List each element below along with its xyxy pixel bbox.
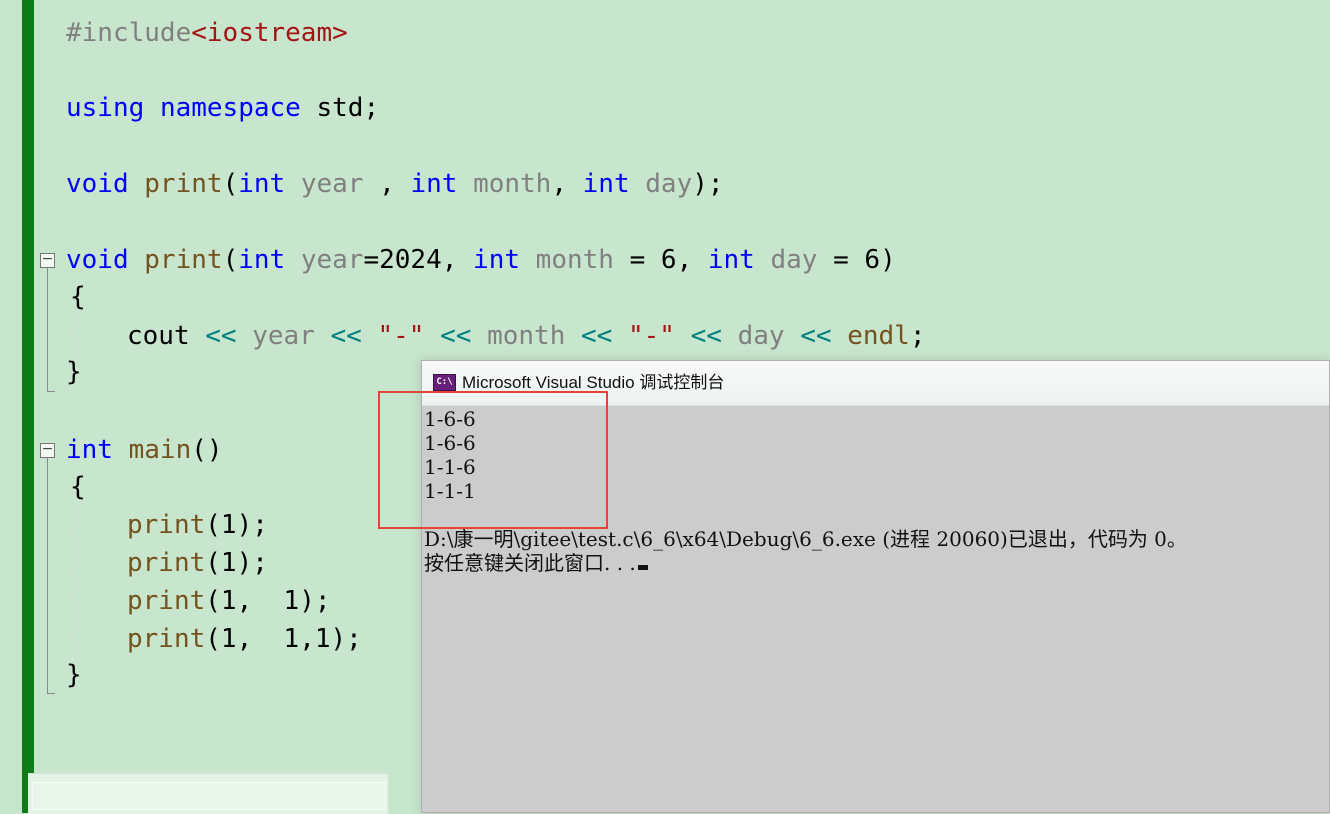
stream-operator: <<	[690, 321, 722, 351]
output-line: 1-1-1	[424, 479, 476, 503]
semicolon: ;	[909, 321, 926, 351]
code-line-using[interactable]: using namespace std;	[66, 89, 379, 127]
function-call: print	[127, 548, 206, 578]
text-cursor	[637, 565, 648, 570]
endl-manipulator: endl	[847, 321, 910, 351]
code-line-definition[interactable]: void print(int year=2024, int month = 6,…	[66, 241, 896, 279]
code-line-call[interactable]: print(1, 1);	[127, 582, 331, 620]
param-name: month	[535, 245, 614, 275]
function-name: print	[144, 245, 223, 275]
code-line-brace-close[interactable]: }	[66, 656, 82, 694]
function-call: print	[127, 624, 206, 654]
code-line-brace-open[interactable]: {	[70, 278, 86, 316]
code-line-call[interactable]: print(1);	[127, 506, 268, 544]
fold-guide-end	[47, 391, 55, 392]
separator: ,	[551, 169, 583, 199]
param-name: year	[300, 245, 364, 275]
indent-guide	[72, 318, 73, 356]
code-line-include[interactable]: #include<iostream>	[66, 14, 348, 52]
param-type: int	[238, 245, 286, 275]
output-line: 1-6-6	[424, 431, 476, 455]
return-type: void	[66, 245, 129, 275]
scrollbar-track[interactable]	[32, 782, 386, 810]
namespace-name: std	[316, 93, 364, 123]
console-titlebar[interactable]: C:\ Microsoft Visual Studio 调试控制台	[422, 361, 1329, 406]
stream-operator: <<	[800, 321, 832, 351]
fold-guide-end	[47, 693, 55, 694]
include-header: <iostream>	[191, 18, 348, 48]
param-name: month	[473, 169, 552, 199]
debug-console-window[interactable]: C:\ Microsoft Visual Studio 调试控制台 1-6-6 …	[421, 360, 1330, 813]
separator: ,	[363, 169, 411, 199]
brace: {	[70, 472, 86, 502]
output-spacer	[424, 503, 1329, 527]
console-title: Microsoft Visual Studio 调试控制台	[462, 373, 725, 392]
fold-guide	[47, 458, 48, 694]
param-ref: month	[487, 321, 566, 351]
code-line-main[interactable]: int main()	[66, 431, 223, 469]
param-type: int	[238, 169, 286, 199]
function-name: main	[128, 435, 192, 465]
exit-message: D:\康一明\gitee\test.c\6_6\x64\Debug\6_6.ex…	[424, 527, 1187, 551]
horizontal-scrollbar[interactable]	[28, 773, 388, 814]
string-literal: "-"	[377, 321, 425, 351]
code-line-declaration[interactable]: void print(int year , int month, int day…	[66, 165, 724, 203]
param-ref: day	[737, 321, 785, 351]
code-line-brace-close[interactable]: }	[66, 353, 82, 391]
collapse-icon[interactable]: −	[40, 442, 55, 458]
call-args: (1);	[205, 548, 268, 578]
param-type: int	[582, 169, 630, 199]
stream-operator: <<	[440, 321, 472, 351]
editor-margin	[0, 0, 22, 813]
call-args: (1, 1);	[205, 586, 331, 616]
param-name: year	[300, 169, 364, 199]
brace: {	[70, 282, 86, 312]
function-call: print	[127, 586, 206, 616]
code-line-brace-open[interactable]: {	[70, 468, 86, 506]
paren: (	[222, 169, 239, 199]
paren: (	[222, 245, 239, 275]
brace: }	[66, 357, 82, 387]
function-name: print	[144, 169, 223, 199]
default-value: =2024,	[363, 245, 474, 275]
param-type: int	[410, 169, 458, 199]
keyword-using: using	[66, 93, 145, 123]
stream-operator: <<	[205, 321, 237, 351]
declaration-end: );	[692, 169, 724, 199]
press-key-prompt: 按任意键关闭此窗口. . .	[424, 551, 636, 575]
param-ref: year	[252, 321, 315, 351]
fold-guide	[47, 268, 48, 392]
cout-identifier: cout	[127, 321, 190, 351]
return-type: void	[66, 169, 129, 199]
default-value: = 6)	[817, 245, 896, 275]
prompt-line: 按任意键关闭此窗口. . .	[424, 551, 1329, 575]
output-line: 1-6-6	[424, 407, 476, 431]
code-line-cout[interactable]: cout << year << "-" << month << "-" << d…	[127, 317, 925, 355]
param-type: int	[473, 245, 521, 275]
console-output[interactable]: 1-6-6 1-6-6 1-1-6 1-1-1 D:\康一明\gitee\tes…	[424, 407, 1329, 812]
param-type: int	[707, 245, 755, 275]
collapse-icon[interactable]: −	[40, 252, 55, 268]
paren: ()	[191, 435, 223, 465]
string-literal: "-"	[628, 321, 675, 351]
param-name: day	[645, 169, 693, 199]
return-type: int	[66, 435, 113, 465]
function-call: print	[127, 510, 206, 540]
keyword-namespace: namespace	[159, 93, 301, 123]
include-directive: #include	[66, 18, 192, 48]
semicolon: ;	[363, 93, 380, 123]
console-app-icon: C:\	[433, 374, 456, 391]
brace: }	[66, 660, 82, 690]
code-line-call[interactable]: print(1, 1,1);	[127, 620, 362, 658]
param-name: day	[770, 245, 818, 275]
call-args: (1);	[205, 510, 268, 540]
code-line-call[interactable]: print(1);	[127, 544, 268, 582]
indent-guide	[72, 508, 73, 660]
output-line: 1-1-6	[424, 455, 476, 479]
default-value: = 6,	[613, 245, 708, 275]
change-tracking-bar	[22, 0, 34, 813]
call-args: (1, 1,1);	[205, 624, 362, 654]
stream-operator: <<	[581, 321, 613, 351]
stream-operator: <<	[330, 321, 362, 351]
